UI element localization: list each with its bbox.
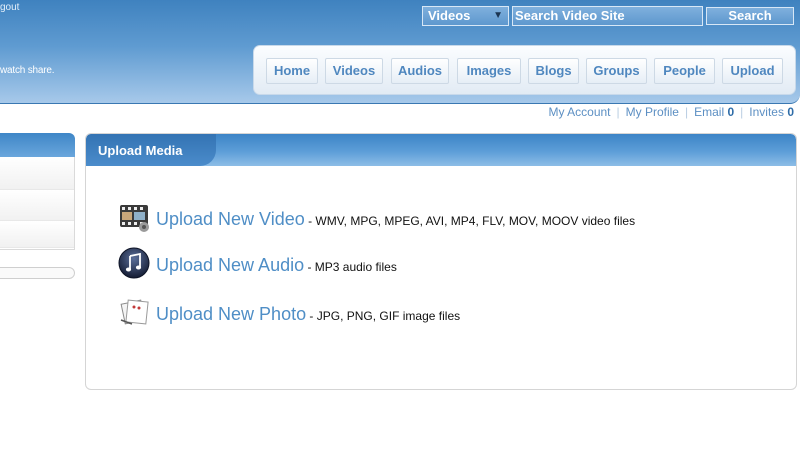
search-category-select[interactable]: Videos ▼	[422, 6, 509, 26]
invites-count: 0	[787, 105, 794, 119]
upload-video-link[interactable]: Upload New Video - WMV, MPG, MPEG, AVI, …	[156, 209, 635, 230]
search-button[interactable]: Search	[706, 7, 794, 25]
nav-blogs[interactable]: Blogs	[528, 58, 579, 84]
panel-header: Upload Media	[86, 134, 796, 166]
sidebar-item[interactable]	[0, 221, 74, 248]
logout-link[interactable]: gout	[0, 2, 19, 13]
sidebar-header	[0, 133, 75, 157]
email-count: 0	[727, 105, 735, 119]
my-account-link[interactable]: My Account	[548, 105, 610, 119]
divider: |	[740, 105, 744, 119]
upload-audio-label: Upload New Audio	[156, 255, 305, 275]
nav-upload[interactable]: Upload	[722, 58, 783, 84]
email-link[interactable]: Email 0	[694, 105, 734, 119]
my-profile-link[interactable]: My Profile	[626, 105, 679, 119]
sidebar-scrollbar[interactable]	[0, 267, 75, 279]
search-category-value: Videos	[428, 8, 471, 23]
invites-link[interactable]: Invites 0	[749, 105, 794, 119]
site-tagline: watch share.	[0, 65, 55, 76]
site-header: gout watch share. Videos ▼ Search Video …	[0, 0, 800, 104]
nav-groups[interactable]: Groups	[586, 58, 647, 84]
sidebar-item[interactable]	[0, 157, 74, 190]
upload-video-label: Upload New Video	[156, 209, 305, 229]
divider: |	[684, 105, 689, 119]
email-label: Email	[694, 105, 725, 119]
main-nav: Home Videos Audios Images Blogs Groups P…	[253, 45, 796, 95]
photo-stack-icon	[120, 299, 149, 325]
nav-people[interactable]: People	[654, 58, 715, 84]
nav-videos[interactable]: Videos	[325, 58, 383, 84]
chevron-down-icon: ▼	[493, 10, 503, 21]
nav-audios[interactable]: Audios	[391, 58, 449, 84]
nav-home[interactable]: Home	[266, 58, 318, 84]
sidebar-menu	[0, 157, 75, 250]
page: gout watch share. Videos ▼ Search Video …	[0, 0, 800, 450]
upload-audio-desc: - MP3 audio files	[304, 260, 397, 274]
panel-title: Upload Media	[98, 143, 183, 158]
nav-images[interactable]: Images	[457, 58, 521, 84]
divider: |	[616, 105, 620, 119]
upload-media-panel: Upload Media Upload New Video - WMV, MPG…	[85, 133, 797, 390]
upload-video-desc: - WMV, MPG, MPEG, AVI, MP4, FLV, MOV, MO…	[304, 214, 636, 228]
upload-photo-desc: - JPG, PNG, GIF image files	[306, 309, 461, 323]
music-note-icon	[118, 247, 150, 279]
invites-label: Invites	[749, 105, 784, 119]
search-input[interactable]: Search Video Site	[512, 6, 703, 26]
upload-audio-link[interactable]: Upload New Audio - MP3 audio files	[156, 255, 397, 276]
account-bar: My Account | My Profile | Email 0 | Invites 0	[548, 105, 794, 119]
sidebar-item[interactable]	[0, 190, 74, 221]
upload-photo-label: Upload New Photo	[156, 304, 307, 324]
film-strip-icon	[120, 205, 149, 232]
upload-photo-link[interactable]: Upload New Photo - JPG, PNG, GIF image f…	[156, 304, 460, 325]
